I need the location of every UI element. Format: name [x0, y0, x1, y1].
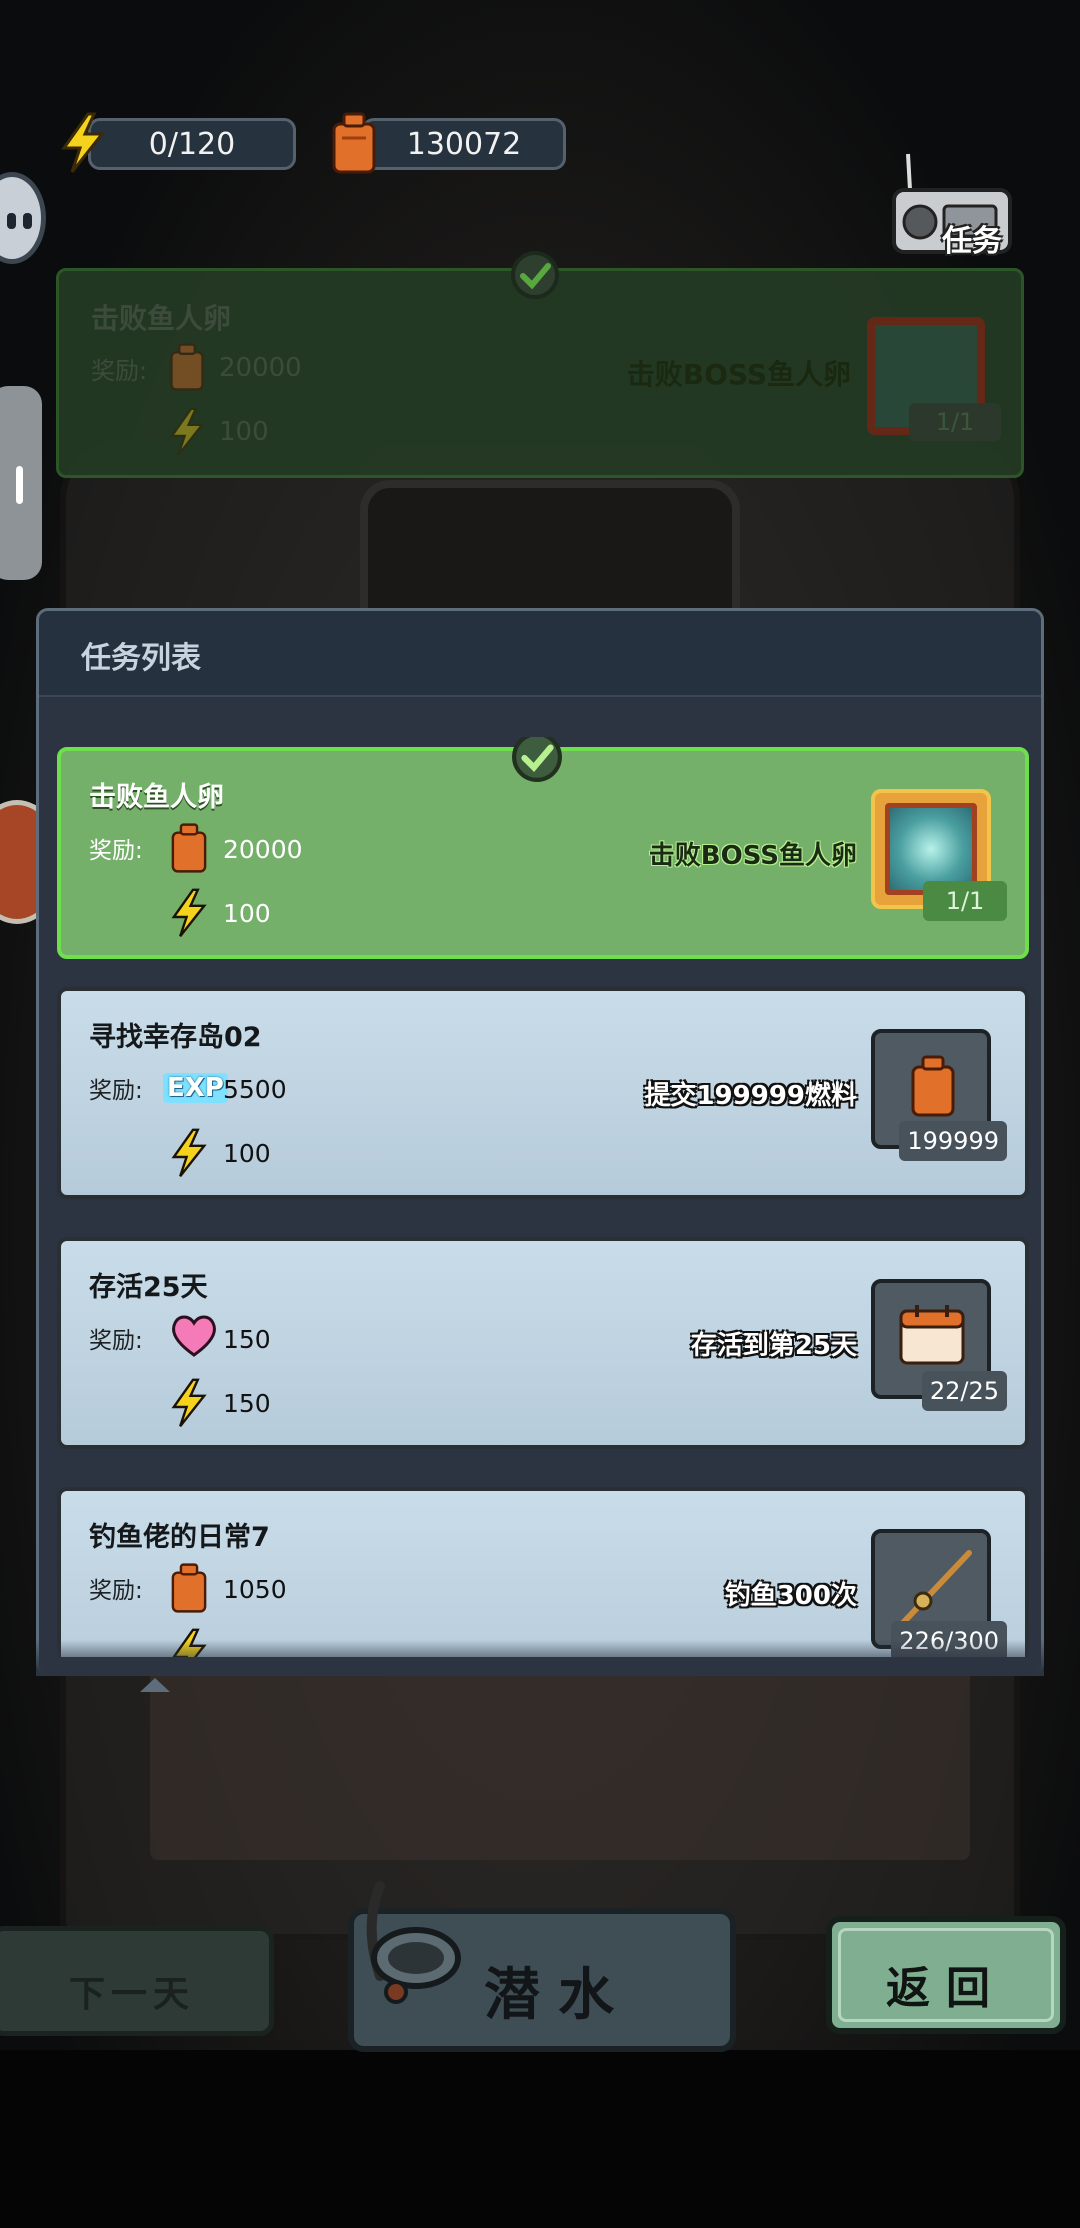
task-reward-value: 20000 [223, 835, 303, 864]
task-reward-label: 奖励: [89, 1578, 143, 1604]
back-button[interactable]: 返回 [826, 1916, 1066, 2034]
active-quest-reward-label: 奖励: [91, 357, 148, 385]
lightning-icon [169, 407, 205, 456]
task-list-header: 任务列表 [39, 611, 1041, 697]
task-reward-label: 奖励: [89, 838, 143, 864]
task-reward-value: 100 [223, 899, 271, 928]
active-quest-goal: 击败BOSS鱼人卵 [626, 358, 851, 391]
task-goal: 存活到第25天 [690, 1331, 857, 1361]
task-card[interactable]: 存活25天 奖励: 150 150 存活到第25天 22/25 [57, 1237, 1029, 1449]
task-card[interactable]: 寻找幸存岛02 奖励: EXP 5500 100 提交199999燃料 1999… [57, 987, 1029, 1199]
task-title: 寻找幸存岛02 [89, 1022, 262, 1053]
task-reward-value: 1050 [223, 1575, 287, 1604]
task-progress: 22/25 [921, 1371, 1007, 1411]
task-reward-value: 100 [223, 1139, 271, 1168]
fuel-can-icon [170, 343, 204, 391]
lightning-icon [61, 112, 106, 173]
lightning-icon [171, 1378, 207, 1427]
task-title: 钓鱼佬的日常7 [89, 1522, 270, 1553]
lightning-icon [171, 1128, 207, 1177]
task-progress: 1/1 [923, 881, 1007, 921]
active-quest-reward-fuel: 20000 [219, 353, 302, 383]
task-card[interactable]: 钓鱼佬的日常7 奖励: 1050 钓鱼300次 226/300 [57, 1487, 1029, 1657]
energy-value: 0/120 [148, 126, 236, 162]
task-goal: 钓鱼300次 [724, 1581, 857, 1611]
fuel-value: 130072 [406, 126, 522, 162]
panel-pointer [140, 1676, 170, 1692]
task-progress: 199999 [899, 1121, 1007, 1161]
task-list-panel: 任务列表 击败鱼人卵 奖励: 20000 100 击败BOSS鱼人卵 1/1 寻… [36, 608, 1044, 1676]
list-fade [36, 1640, 1044, 1676]
task-list[interactable]: 击败鱼人卵 奖励: 20000 100 击败BOSS鱼人卵 1/1 寻找幸存岛0… [57, 737, 1029, 1657]
task-title: 击败鱼人卵 [89, 782, 224, 813]
task-title: 存活25天 [89, 1272, 208, 1303]
active-quest-progress: 1/1 [909, 403, 1001, 441]
fuel-counter: 130072 [362, 118, 566, 170]
energy-counter: 0/120 [88, 118, 296, 170]
task-goal: 击败BOSS鱼人卵 [648, 841, 857, 871]
active-quest-reward-energy: 100 [219, 417, 269, 447]
task-reward-label: 奖励: [89, 1078, 143, 1104]
fuel-can-icon [332, 112, 376, 174]
task-reward-value: 5500 [223, 1075, 287, 1104]
fuel-can-icon [171, 1563, 207, 1613]
task-reward-value: 150 [223, 1389, 271, 1418]
check-icon [511, 251, 559, 299]
side-drawer-handle[interactable] [0, 386, 42, 580]
background-floor [150, 1660, 970, 1860]
task-reward-value: 150 [223, 1325, 271, 1354]
check-icon [512, 737, 562, 782]
snorkel-mask-icon [366, 1881, 461, 2004]
radio-quest-label[interactable]: 任务 [942, 216, 1002, 260]
heart-icon [171, 1315, 217, 1357]
task-list-title: 任务列表 [81, 641, 201, 676]
exp-icon: EXP [163, 1073, 228, 1103]
fuel-can-icon [171, 823, 207, 873]
dive-label: 潜水 [484, 1963, 632, 2028]
background-bottom [0, 2050, 1080, 2228]
active-quest-title: 击败鱼人卵 [91, 302, 232, 335]
task-goal: 提交199999燃料 [644, 1081, 857, 1111]
next-day-button[interactable]: 下一天 [0, 1926, 274, 2036]
lightning-icon [171, 888, 207, 937]
task-reward-label: 奖励: [89, 1328, 143, 1354]
next-day-label: 下一天 [68, 1974, 195, 2015]
back-label: 返回 [886, 1963, 1006, 2014]
